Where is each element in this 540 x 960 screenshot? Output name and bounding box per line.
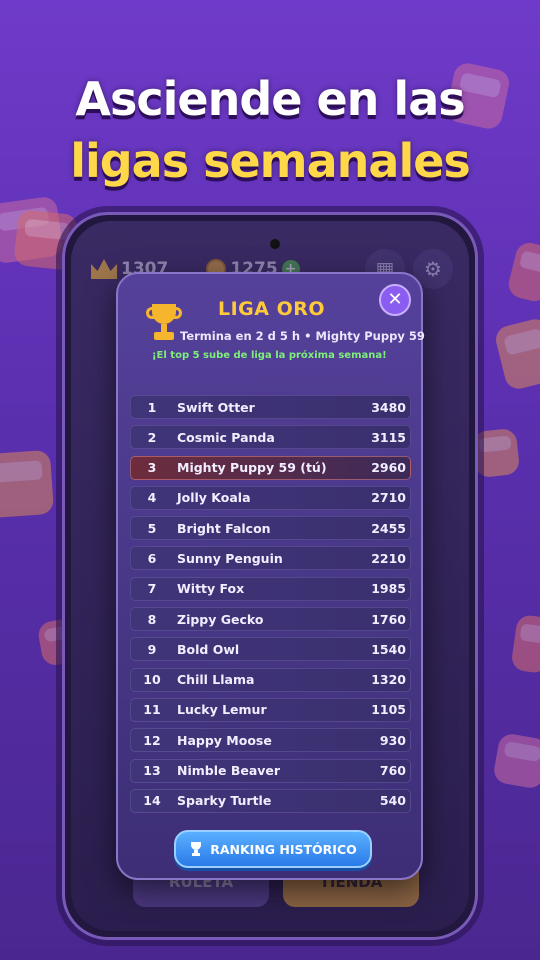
player-name: Chill Llama — [177, 672, 255, 688]
player-score: 2455 — [371, 520, 406, 536]
decor-tile — [505, 239, 540, 305]
player-score: 3480 — [371, 399, 406, 415]
leaderboard-row[interactable]: 7 Witty Fox 1985 — [130, 576, 411, 601]
decor-tile — [493, 316, 540, 392]
player-score: 1540 — [371, 641, 406, 657]
rank-number: 14 — [143, 793, 161, 809]
player-score: 930 — [379, 732, 406, 748]
headline-line1: Asciende en las — [75, 72, 465, 126]
player-name: Lucky Lemur — [177, 702, 267, 718]
player-score: 1985 — [371, 581, 406, 597]
trophy-icon — [189, 842, 203, 856]
league-subinfo: Termina en 2 d 5 h • Mighty Puppy 59 — [180, 329, 425, 343]
camera-notch — [270, 239, 280, 249]
close-button[interactable]: ✕ — [379, 284, 411, 316]
player-name: Bold Owl — [177, 641, 240, 657]
player-name: Nimble Beaver — [177, 763, 281, 779]
rank-number: 1 — [147, 399, 157, 415]
player-name: Mighty Puppy 59 (tú) — [177, 460, 327, 476]
decor-tile — [510, 613, 540, 675]
rank-number: 8 — [147, 611, 157, 627]
player-score: 1760 — [371, 611, 406, 627]
leaderboard-row-current-user[interactable]: 3 Mighty Puppy 59 (tú) 2960 — [130, 455, 411, 480]
rank-number: 12 — [143, 732, 161, 748]
decor-tile — [0, 449, 55, 519]
leaderboard-row[interactable]: 10 Chill Llama 1320 — [130, 667, 411, 692]
rank-number: 3 — [147, 460, 157, 476]
rank-number: 13 — [143, 763, 161, 779]
promotion-note: ¡El top 5 sube de liga la próxima semana… — [152, 350, 387, 361]
crown-icon — [91, 259, 117, 279]
player-score: 1320 — [371, 672, 406, 688]
leaderboard-row[interactable]: 12 Happy Moose 930 — [130, 728, 411, 753]
leaderboard-row[interactable]: 2 Cosmic Panda 3115 — [130, 425, 411, 450]
leaderboard-row[interactable]: 1 Swift Otter 3480 — [130, 395, 411, 419]
player-name: Swift Otter — [177, 399, 255, 415]
league-modal: LIGA ORO ✕ Termina en 2 d 5 h • Mighty P… — [116, 272, 425, 880]
rank-number: 6 — [147, 550, 157, 566]
headline-line2: ligas semanales — [70, 134, 471, 188]
rank-number: 5 — [147, 520, 157, 536]
rank-number: 7 — [147, 581, 157, 597]
player-score: 2710 — [371, 490, 406, 506]
player-score: 2210 — [371, 550, 406, 566]
player-score: 1105 — [371, 702, 406, 718]
leaderboard-row[interactable]: 9 Bold Owl 1540 — [130, 637, 411, 662]
leaderboard-row[interactable]: 11 Lucky Lemur 1105 — [130, 697, 411, 722]
rank-number: 10 — [143, 672, 161, 688]
gear-icon: ⚙ — [424, 257, 442, 281]
ranking-history-button[interactable]: RANKING HISTÓRICO — [174, 830, 372, 868]
leaderboard-list: 1 Swift Otter 3480 2 Cosmic Panda 3115 3 Mighty… — [130, 395, 411, 819]
decor-tile — [492, 732, 540, 790]
leaderboard-row[interactable]: 13 Nimble Beaver 760 — [130, 758, 411, 783]
player-name: Sunny Penguin — [177, 550, 283, 566]
player-name: Jolly Koala — [177, 490, 251, 506]
rank-number: 9 — [147, 641, 157, 657]
player-score: 3115 — [371, 429, 406, 445]
leaderboard-row[interactable]: 6 Sunny Penguin 2210 — [130, 546, 411, 571]
rank-number: 2 — [147, 429, 157, 445]
player-score: 2960 — [371, 460, 406, 476]
player-name: Zippy Gecko — [177, 611, 264, 627]
player-score: 540 — [379, 793, 406, 809]
ranking-history-label: RANKING HISTÓRICO — [210, 841, 357, 857]
leaderboard-row[interactable]: 8 Zippy Gecko 1760 — [130, 607, 411, 632]
player-name: Bright Falcon — [177, 520, 271, 536]
player-name: Sparky Turtle — [177, 793, 272, 809]
player-name: Happy Moose — [177, 732, 272, 748]
leaderboard-row[interactable]: 4 Jolly Koala 2710 — [130, 485, 411, 510]
player-score: 760 — [379, 763, 406, 779]
rank-number: 11 — [143, 702, 161, 718]
promo-headline: Asciende en las ligas semanales — [0, 68, 540, 192]
leaderboard-row[interactable]: 14 Sparky Turtle 540 — [130, 788, 411, 813]
player-name: Witty Fox — [177, 581, 245, 597]
rank-number: 4 — [147, 490, 157, 506]
player-name: Cosmic Panda — [177, 429, 275, 445]
decor-tile — [471, 427, 521, 479]
leaderboard-row[interactable]: 5 Bright Falcon 2455 — [130, 516, 411, 541]
